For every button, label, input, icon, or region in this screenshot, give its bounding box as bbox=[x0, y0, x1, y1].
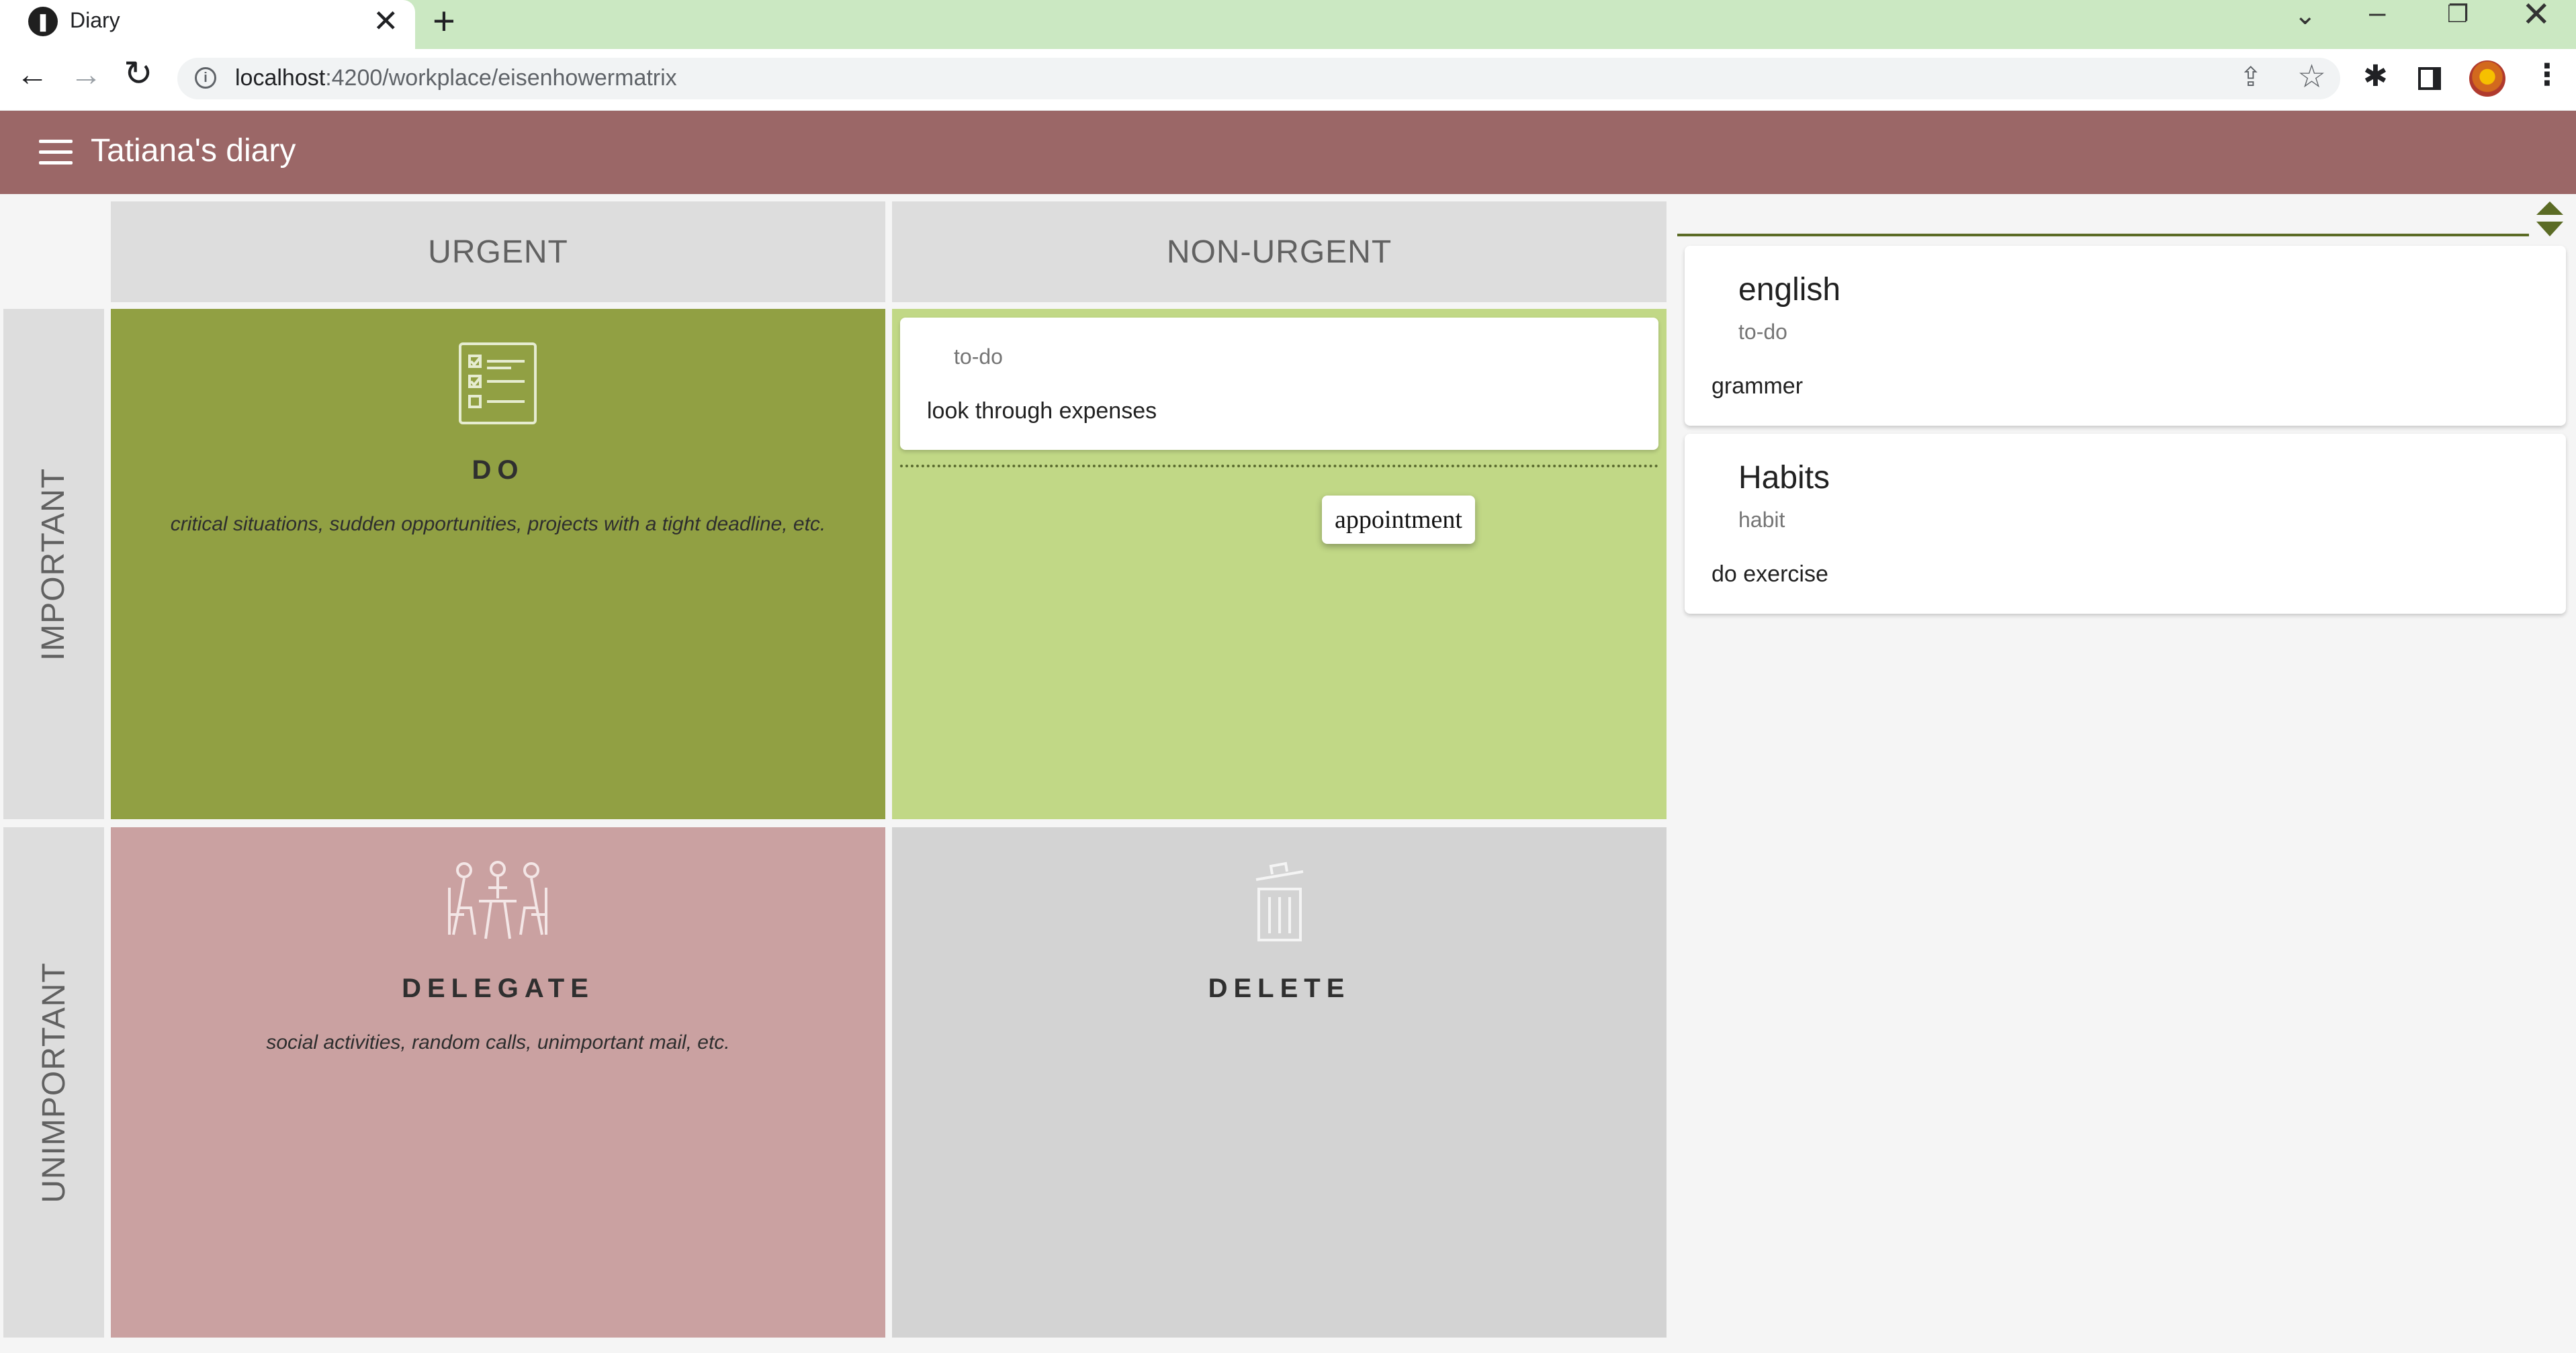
column-header-label: URGENT bbox=[428, 234, 568, 270]
row-header-label: IMPORTANT bbox=[36, 467, 72, 661]
close-tab-icon[interactable]: ✕ bbox=[373, 3, 399, 39]
quadrant-title: DELEGATE bbox=[402, 974, 594, 1003]
restore-icon[interactable]: ❐ bbox=[2447, 0, 2469, 28]
extensions-puzzle-icon[interactable]: ✱ bbox=[2363, 59, 2388, 93]
app-header bbox=[0, 111, 2576, 194]
reload-icon[interactable]: ↻ bbox=[124, 54, 153, 94]
row-header-unimportant: UNIMPORTANT bbox=[3, 827, 104, 1338]
row-header-label: UNIMPORTANT bbox=[36, 962, 72, 1203]
meeting-icon bbox=[448, 861, 547, 939]
card-category: habit bbox=[1738, 508, 1785, 532]
quadrant-title: DELETE bbox=[1208, 974, 1351, 1003]
card-text: do exercise bbox=[1712, 561, 1828, 587]
card-text: grammer bbox=[1712, 373, 1804, 399]
trash-icon bbox=[1255, 861, 1304, 941]
bookmark-star-icon[interactable]: ☆ bbox=[2297, 58, 2326, 95]
quadrant-description: critical situations, sudden opportunitie… bbox=[170, 513, 826, 535]
browser-menu-icon[interactable]: ⋮ bbox=[2532, 58, 2562, 92]
row-header-important: IMPORTANT bbox=[3, 309, 104, 819]
sidebar-underline bbox=[1677, 234, 2529, 236]
drop-placeholder bbox=[900, 465, 1658, 467]
new-tab-icon[interactable]: + bbox=[433, 0, 455, 44]
column-header-label: NON-URGENT bbox=[1166, 234, 1392, 270]
side-task-card[interactable]: Habits habit do exercise bbox=[1685, 434, 2566, 614]
chevron-down-icon[interactable]: ⌄ bbox=[2294, 0, 2317, 31]
quadrant-delete[interactable]: DELETE bbox=[892, 827, 1667, 1338]
url-path: :4200/workplace/eisenhowermatrix bbox=[325, 65, 677, 91]
site-info-icon[interactable]: i bbox=[195, 67, 216, 89]
tab-title: Diary bbox=[70, 8, 120, 32]
card-title: english bbox=[1738, 272, 1841, 308]
task-category: to-do bbox=[954, 344, 1003, 369]
checklist-icon bbox=[459, 342, 537, 424]
back-arrow-icon[interactable]: ← bbox=[16, 56, 48, 93]
quadrant-description: social activities, random calls, unimpor… bbox=[266, 1031, 730, 1054]
window-close-icon[interactable]: ✕ bbox=[2522, 0, 2551, 35]
hamburger-menu-icon[interactable] bbox=[39, 140, 73, 165]
column-header-urgent: URGENT bbox=[111, 201, 885, 302]
url-host: localhost bbox=[235, 65, 326, 91]
quadrant-delegate[interactable]: DELEGATE social activities, random calls… bbox=[111, 827, 885, 1338]
browser-tab[interactable] bbox=[0, 0, 415, 49]
url-text[interactable]: localhost:4200/workplace/eisenhowermatri… bbox=[235, 65, 677, 91]
profile-avatar[interactable] bbox=[2469, 60, 2505, 97]
quadrant-title: DO bbox=[472, 455, 525, 485]
app-title: Tatiana's diary bbox=[91, 133, 296, 169]
sort-arrows-icon[interactable] bbox=[2534, 199, 2566, 239]
task-card[interactable]: to-do look through expenses bbox=[900, 318, 1658, 450]
task-text: look through expenses bbox=[927, 398, 1157, 424]
forward-arrow-icon[interactable]: → bbox=[70, 56, 102, 93]
share-icon[interactable]: ⇪ bbox=[2239, 62, 2262, 93]
side-panel-icon[interactable] bbox=[2418, 67, 2441, 90]
column-header-non-urgent: NON-URGENT bbox=[892, 201, 1667, 302]
side-task-card[interactable]: english to-do grammer bbox=[1685, 246, 2566, 426]
minimize-icon[interactable]: – bbox=[2369, 0, 2385, 30]
card-title: Habits bbox=[1738, 460, 1830, 496]
book-icon: ❚ bbox=[28, 7, 58, 36]
card-category: to-do bbox=[1738, 320, 1787, 344]
quadrant-do[interactable]: DO critical situations, sudden opportuni… bbox=[111, 309, 885, 819]
dragged-item[interactable]: appointment bbox=[1322, 496, 1475, 544]
